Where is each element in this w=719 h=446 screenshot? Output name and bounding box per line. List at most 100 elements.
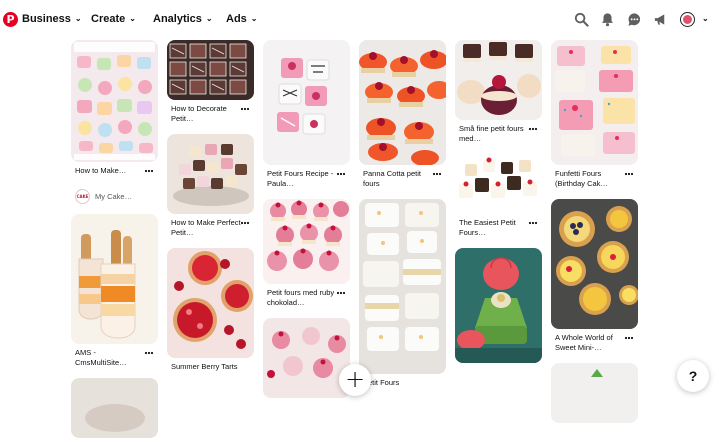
pin-card[interactable]: Panna Cotta petit fours xyxy=(359,40,446,191)
megaphone-icon[interactable] xyxy=(653,12,668,27)
nav-create[interactable]: Create ⌄ xyxy=(91,13,136,25)
more-options-icon[interactable] xyxy=(240,218,250,228)
pin-creator[interactable]: CAKE My Cake… xyxy=(71,186,158,206)
pin-image[interactable] xyxy=(71,214,158,344)
chevron-down-icon: ⌄ xyxy=(205,14,213,23)
more-options-icon[interactable] xyxy=(144,166,154,176)
more-options-icon[interactable] xyxy=(624,169,634,179)
pinterest-logo-icon[interactable]: P xyxy=(3,12,18,27)
pin-image[interactable] xyxy=(359,40,446,165)
chevron-down-icon: ⌄ xyxy=(250,14,258,23)
pin-meta: Petit fours med ruby chokolad… xyxy=(263,288,350,310)
pin-meta: A Whole World of Sweet Mini-… xyxy=(551,333,638,355)
pin-meta: Panna Cotta petit fours xyxy=(359,169,446,191)
pin-image[interactable] xyxy=(455,40,542,120)
avatar-image xyxy=(683,15,692,24)
more-options-icon[interactable] xyxy=(528,218,538,228)
pin-title[interactable]: Petit Fours Recipe - Paula… xyxy=(263,169,339,189)
creator-avatar: CAKE xyxy=(75,189,90,204)
pin-image[interactable] xyxy=(551,199,638,329)
top-navigation-bar: P Business ⌄ Create ⌄ Analytics ⌄ Ads ⌄ ⌄ xyxy=(0,0,719,40)
messages-icon[interactable] xyxy=(627,12,642,27)
nav-ads-label: Ads xyxy=(226,13,247,25)
pin-image[interactable] xyxy=(71,40,158,162)
pin-card[interactable]: How to Make Perfect Petit… xyxy=(167,134,254,240)
pin-image[interactable] xyxy=(455,154,542,214)
pin-image[interactable] xyxy=(167,40,254,100)
pin-meta: Petit Fours Recipe - Paula… xyxy=(263,169,350,191)
pin-title[interactable]: AMS - CmsMultiSite… xyxy=(71,348,147,368)
pin-card[interactable] xyxy=(551,363,638,423)
more-options-icon[interactable] xyxy=(624,333,634,343)
pin-meta: Små fine petit fours med… xyxy=(455,124,542,146)
pin-meta: How to Make… xyxy=(71,166,158,188)
pin-meta: How to Make Perfect Petit… xyxy=(167,218,254,240)
pin-card[interactable] xyxy=(71,378,158,438)
pin-column-4: Panna Cotta petit fours Petit Fours xyxy=(359,40,446,408)
pin-image[interactable] xyxy=(551,363,638,423)
pin-card[interactable]: Petit Fours Recipe - Paula… xyxy=(263,40,350,191)
pin-title[interactable]: Petit fours med ruby chokolad… xyxy=(263,288,339,308)
pin-card[interactable] xyxy=(263,318,350,398)
pin-title[interactable]: How to Make… xyxy=(71,166,147,176)
accounts-chevron-down-icon[interactable]: ⌄ xyxy=(702,13,709,25)
pin-image[interactable] xyxy=(71,378,158,438)
pin-column-3: Petit Fours Recipe - Paula… Petit fours … xyxy=(263,40,350,406)
pin-image[interactable] xyxy=(167,248,254,358)
search-icon[interactable] xyxy=(574,12,589,27)
pin-card[interactable]: Små fine petit fours med… xyxy=(455,40,542,146)
pin-meta: Petit Fours xyxy=(359,378,446,400)
nav-ads[interactable]: Ads ⌄ xyxy=(226,13,257,25)
pin-column-6: Funfetti Fours (Birthday Cak… A Whole Wo… xyxy=(551,40,638,431)
pin-column-1: How to Make… CAKE My Cake… AMS - CmsMult… xyxy=(71,40,158,446)
pin-title[interactable]: Panna Cotta petit fours xyxy=(359,169,435,189)
pin-title[interactable]: How to Make Perfect Petit… xyxy=(167,218,243,238)
pin-image[interactable] xyxy=(263,199,350,284)
pin-meta: How to Decorate Petit… xyxy=(167,104,254,126)
pin-card[interactable]: How to Make… CAKE My Cake… xyxy=(71,40,158,206)
pin-card[interactable]: Petit Fours xyxy=(359,199,446,400)
pin-title[interactable]: A Whole World of Sweet Mini-… xyxy=(551,333,627,353)
pin-image[interactable] xyxy=(167,134,254,214)
nav-analytics-label: Analytics xyxy=(153,13,202,25)
chevron-down-icon: ⌄ xyxy=(74,14,82,23)
pin-title[interactable]: Små fine petit fours med… xyxy=(455,124,531,144)
pin-meta: Funfetti Fours (Birthday Cak… xyxy=(551,169,638,191)
profile-avatar[interactable] xyxy=(680,12,695,27)
more-options-icon[interactable] xyxy=(336,169,346,179)
add-pin-button[interactable]: + xyxy=(339,364,371,396)
pin-card[interactable]: How to Decorate Petit… xyxy=(167,40,254,126)
pin-title[interactable]: How to Decorate Petit… xyxy=(167,104,243,124)
pin-image[interactable] xyxy=(359,199,446,374)
pin-card[interactable]: AMS - CmsMultiSite… xyxy=(71,214,158,370)
pin-card[interactable]: Petit fours med ruby chokolad… xyxy=(263,199,350,310)
pin-meta: The Easiest Petit Fours… xyxy=(455,218,542,240)
pin-image[interactable] xyxy=(263,318,350,398)
nav-business-label: Business xyxy=(22,13,71,25)
pin-title[interactable]: The Easiest Petit Fours… xyxy=(455,218,531,238)
pin-column-5: Små fine petit fours med… The Easiest Pe… xyxy=(455,40,542,371)
pin-meta: Summer Berry Tarts xyxy=(167,362,254,384)
bell-icon[interactable] xyxy=(600,12,615,27)
more-options-icon[interactable] xyxy=(144,348,154,358)
pin-card[interactable]: The Easiest Petit Fours… xyxy=(455,154,542,240)
pin-title[interactable]: Summer Berry Tarts xyxy=(167,362,243,372)
more-options-icon[interactable] xyxy=(432,169,442,179)
pin-image[interactable] xyxy=(455,248,542,363)
nav-business[interactable]: Business ⌄ xyxy=(22,13,82,25)
pin-image[interactable] xyxy=(551,40,638,165)
nav-analytics[interactable]: Analytics ⌄ xyxy=(153,13,213,25)
pin-card[interactable]: Summer Berry Tarts xyxy=(167,248,254,384)
chevron-down-icon: ⌄ xyxy=(129,14,136,23)
more-options-icon[interactable] xyxy=(528,124,538,134)
pin-card[interactable] xyxy=(455,248,542,363)
pin-title[interactable]: Funfetti Fours (Birthday Cak… xyxy=(551,169,627,189)
pin-meta: AMS - CmsMultiSite… xyxy=(71,348,158,370)
pin-image[interactable] xyxy=(263,40,350,165)
creator-name: My Cake… xyxy=(95,192,133,201)
help-button[interactable]: ? xyxy=(677,360,709,392)
pin-card[interactable]: A Whole World of Sweet Mini-… xyxy=(551,199,638,355)
more-options-icon[interactable] xyxy=(336,288,346,298)
more-options-icon[interactable] xyxy=(240,104,250,114)
pin-card[interactable]: Funfetti Fours (Birthday Cak… xyxy=(551,40,638,191)
